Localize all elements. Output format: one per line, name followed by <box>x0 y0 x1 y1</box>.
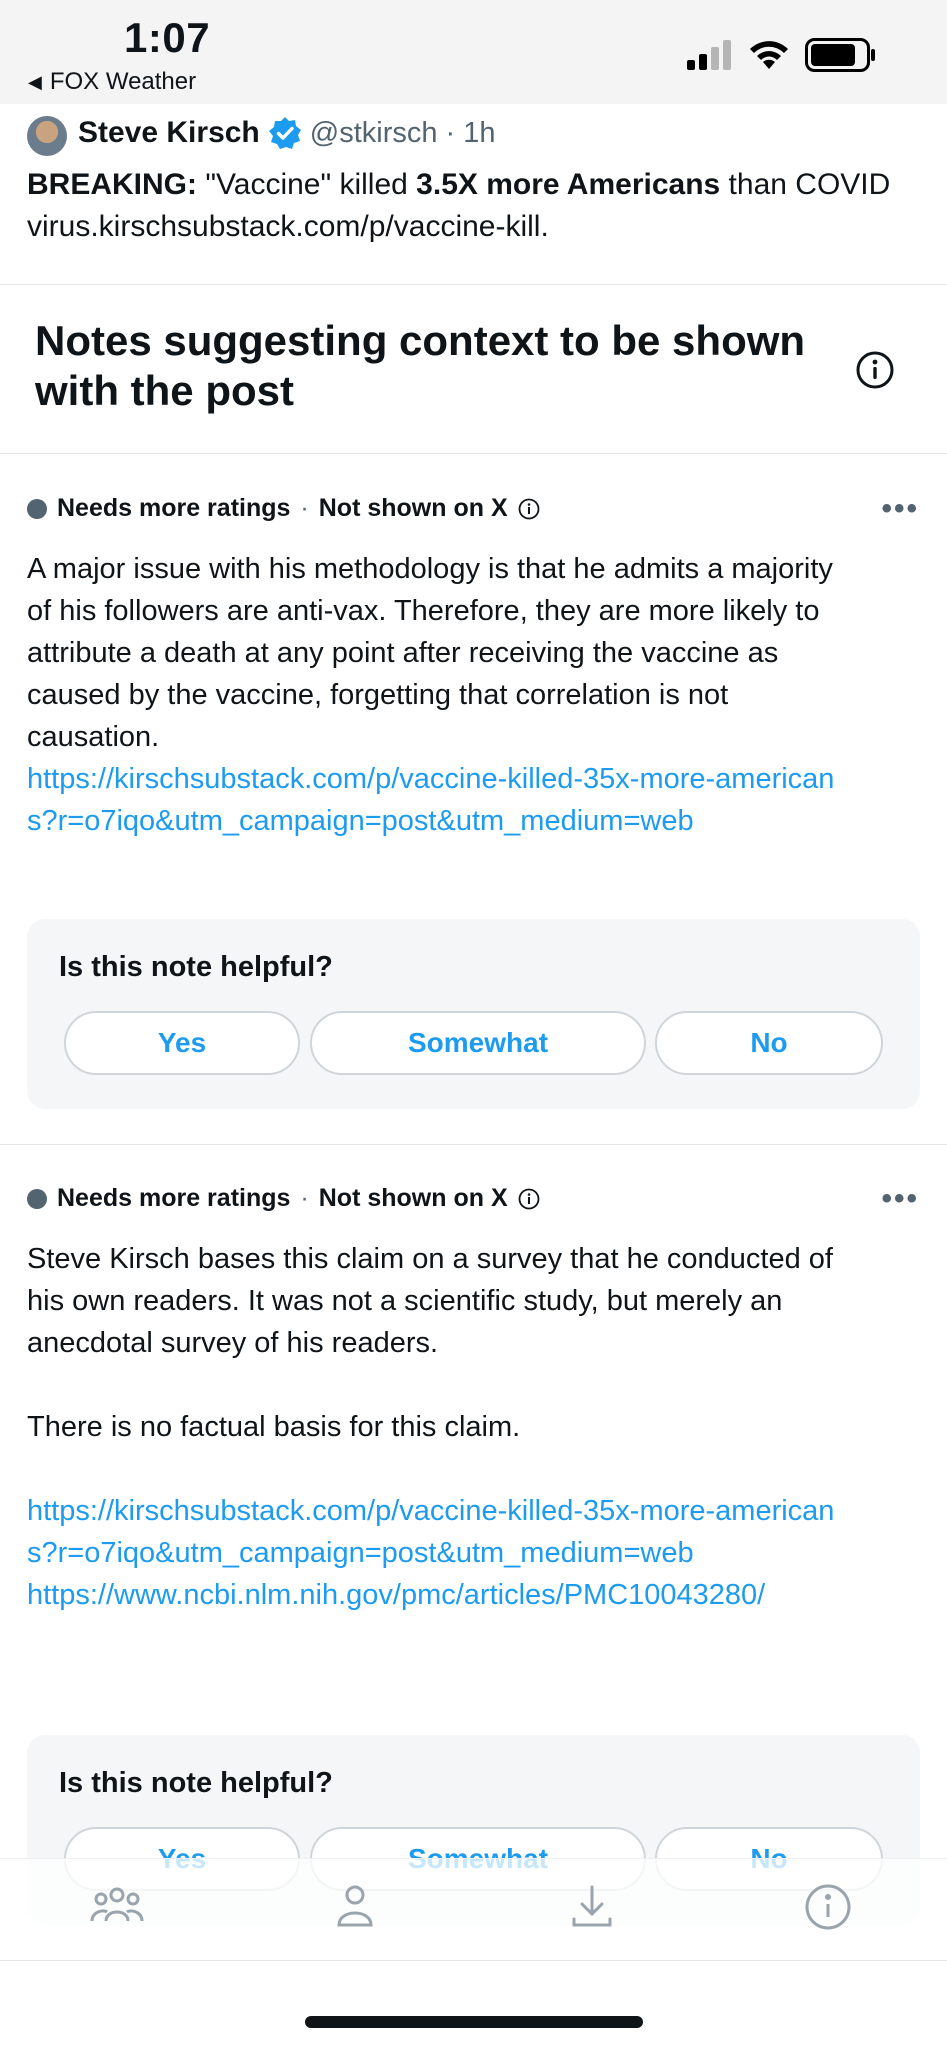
separator: · <box>300 1184 309 1212</box>
post-text-bold-2: 3.5X more Americans <box>416 168 721 201</box>
note-link[interactable]: https://www.ncbi.nlm.nih.gov/pmc/article… <box>27 1574 847 1616</box>
separator: · <box>300 494 309 522</box>
note-status-row: Needs more ratings · Not shown on X <box>27 1184 540 1213</box>
back-arrow-icon: ◀ <box>28 71 42 92</box>
status-dot-icon <box>27 498 47 519</box>
status-dot-icon <box>27 1188 47 1209</box>
info-icon[interactable] <box>518 498 540 520</box>
status-icons <box>685 38 877 72</box>
notes-section-title: Notes suggesting context to be shown wit… <box>35 317 806 414</box>
post-text-bold-1: BREAKING: <box>27 168 197 201</box>
status-bar: 1:07 ◀ FOX Weather <box>0 0 947 104</box>
divider <box>0 1144 947 1145</box>
status-time: 1:07 <box>124 14 211 61</box>
post-author-line: Steve Kirsch @stkirsch · 1h <box>78 116 496 150</box>
info-icon[interactable] <box>800 1879 856 1935</box>
author-avatar[interactable] <box>27 116 67 156</box>
home-indicator[interactable] <box>305 2016 643 2028</box>
no-button[interactable]: No <box>655 1011 883 1075</box>
back-app-label: FOX Weather <box>49 68 197 95</box>
verified-badge-icon <box>268 117 301 149</box>
info-icon[interactable] <box>518 1188 540 1210</box>
info-icon[interactable] <box>855 350 895 390</box>
post-text-part-1: "Vaccine" killed <box>197 168 417 201</box>
bottom-tab-bar <box>0 1858 947 1959</box>
note-text: There is no factual basis for this claim… <box>27 1411 521 1443</box>
helpful-rating-panel: Is this note helpful? Yes Somewhat No <box>27 919 920 1109</box>
note-status-row: Needs more ratings · Not shown on X <box>27 494 540 523</box>
helpful-prompt: Is this note helpful? <box>59 1767 333 1799</box>
note-visibility: Not shown on X <box>318 1184 508 1212</box>
yes-button[interactable]: Yes <box>64 1011 300 1075</box>
note-text: A major issue with his methodology is th… <box>27 553 833 753</box>
cellular-signal-icon <box>687 40 731 70</box>
community-icon[interactable] <box>89 1879 145 1935</box>
note-link[interactable]: https://kirschsubstack.com/p/vaccine-kil… <box>27 1490 847 1574</box>
note-status: Needs more ratings <box>57 1184 291 1212</box>
note-visibility: Not shown on X <box>318 494 508 522</box>
more-options-button[interactable]: ••• <box>881 1182 919 1216</box>
battery-icon <box>805 38 875 72</box>
divider <box>0 453 947 454</box>
note-status: Needs more ratings <box>57 494 291 522</box>
author-name[interactable]: Steve Kirsch <box>78 116 260 150</box>
back-to-app-button[interactable]: ◀ FOX Weather <box>28 68 196 96</box>
note-link[interactable]: https://kirschsubstack.com/p/vaccine-kil… <box>27 758 847 842</box>
author-handle: @stkirsch · 1h <box>309 116 496 149</box>
note-body: A major issue with his methodology is th… <box>27 548 847 842</box>
divider <box>0 1960 947 1961</box>
profile-icon[interactable] <box>327 1879 383 1935</box>
helpful-prompt: Is this note helpful? <box>59 951 333 983</box>
somewhat-button[interactable]: Somewhat <box>310 1011 646 1075</box>
post-text: BREAKING: "Vaccine" killed 3.5X more Ame… <box>27 164 907 248</box>
wifi-icon <box>750 41 788 69</box>
more-options-button[interactable]: ••• <box>881 492 919 526</box>
note-text: Steve Kirsch bases this claim on a surve… <box>27 1243 833 1359</box>
note-body: Steve Kirsch bases this claim on a surve… <box>27 1238 847 1616</box>
download-icon[interactable] <box>564 1879 620 1935</box>
